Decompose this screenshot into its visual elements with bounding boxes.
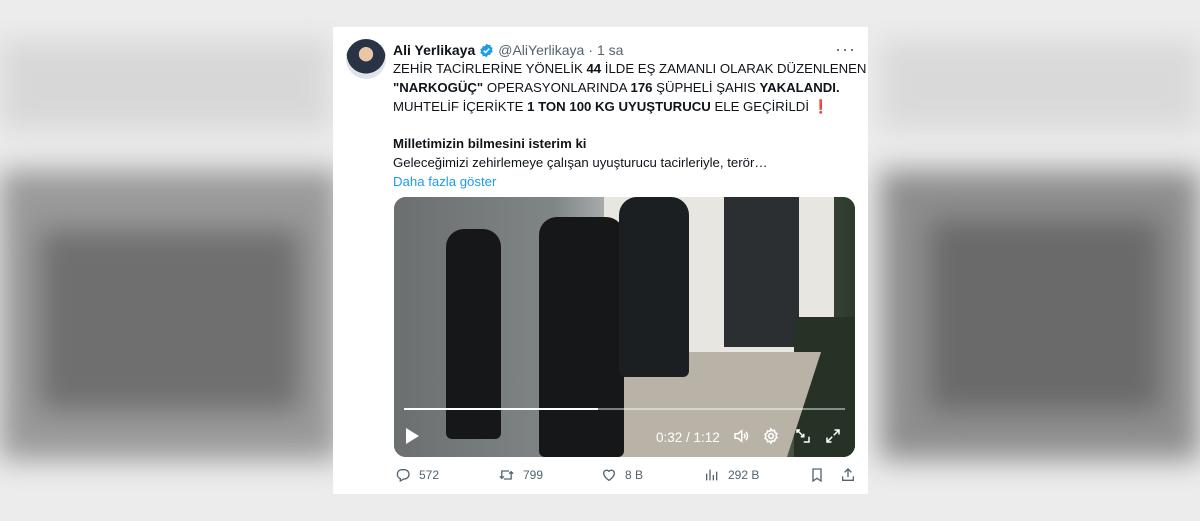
- like-count: 8 B: [625, 468, 644, 482]
- video-progress-fill: [404, 408, 599, 410]
- views-icon: [706, 469, 718, 481]
- video-controls: 0:32 / 1:12: [394, 417, 855, 457]
- heart-icon: [602, 469, 616, 482]
- fullscreen-icon[interactable]: [824, 427, 842, 445]
- tweet-card[interactable]: Ali Yerlikaya @AliYerlikaya · 1 sa ··· Z…: [333, 27, 868, 494]
- more-options-icon[interactable]: ···: [835, 39, 856, 60]
- tweet-line-2: "NARKOGÜÇ" OPERASYONLARINDA 176 ŞÜPHELİ …: [393, 80, 840, 95]
- video-time: 0:32 / 1:12: [656, 430, 720, 445]
- retweet-count: 799: [523, 468, 544, 482]
- separator-dot: ·: [588, 42, 593, 58]
- views-button[interactable]: 292 B: [704, 467, 759, 483]
- share-button[interactable]: [840, 467, 864, 483]
- bookmark-button[interactable]: [809, 467, 833, 483]
- picture-in-picture-icon[interactable]: [794, 427, 812, 445]
- settings-gear-icon[interactable]: [762, 427, 780, 445]
- video-player[interactable]: 0:32 / 1:12: [394, 197, 855, 457]
- play-icon[interactable]: [406, 428, 419, 444]
- like-button[interactable]: 8 B: [601, 467, 643, 483]
- volume-icon[interactable]: [732, 427, 750, 445]
- verified-badge-icon: [479, 43, 494, 58]
- reply-count: 572: [419, 468, 440, 482]
- exclamation-icon: ❗: [812, 99, 830, 114]
- tweet-line-1: ZEHİR TACİRLERİNE YÖNELİK 44 İLDE EŞ ZAM…: [393, 61, 867, 76]
- tweet-truncated-text: Geleceğimizi zehirlemeye çalışan uyuştur…: [393, 155, 768, 170]
- tweet-text: ZEHİR TACİRLERİNE YÖNELİK 44 İLDE EŞ ZAM…: [393, 59, 867, 191]
- retweet-button[interactable]: 799: [498, 467, 543, 483]
- author-handle[interactable]: @AliYerlikaya: [498, 42, 584, 58]
- tweet-header: Ali Yerlikaya @AliYerlikaya · 1 sa: [393, 40, 623, 60]
- tweet-actions: 572 799 8 B 292 B: [393, 467, 858, 487]
- tweet-line-3: MUHTELİF İÇERİKTE 1 TON 100 KG UYUŞTURUC…: [393, 99, 830, 114]
- show-more-link[interactable]: Daha fazla göster: [393, 172, 858, 191]
- share-icon: [842, 468, 854, 481]
- views-count: 292 B: [728, 468, 760, 482]
- author-name[interactable]: Ali Yerlikaya: [393, 42, 475, 58]
- video-progress-bar[interactable]: [404, 408, 845, 410]
- tweet-subheading: Milletimizin bilmesini isterim ki: [393, 136, 587, 151]
- tweet-timestamp[interactable]: 1 sa: [597, 42, 623, 58]
- bookmark-icon: [812, 468, 822, 483]
- retweet-icon: [499, 470, 514, 480]
- reply-button[interactable]: 572: [395, 467, 439, 483]
- reply-icon: [396, 469, 410, 483]
- avatar[interactable]: [346, 39, 386, 79]
